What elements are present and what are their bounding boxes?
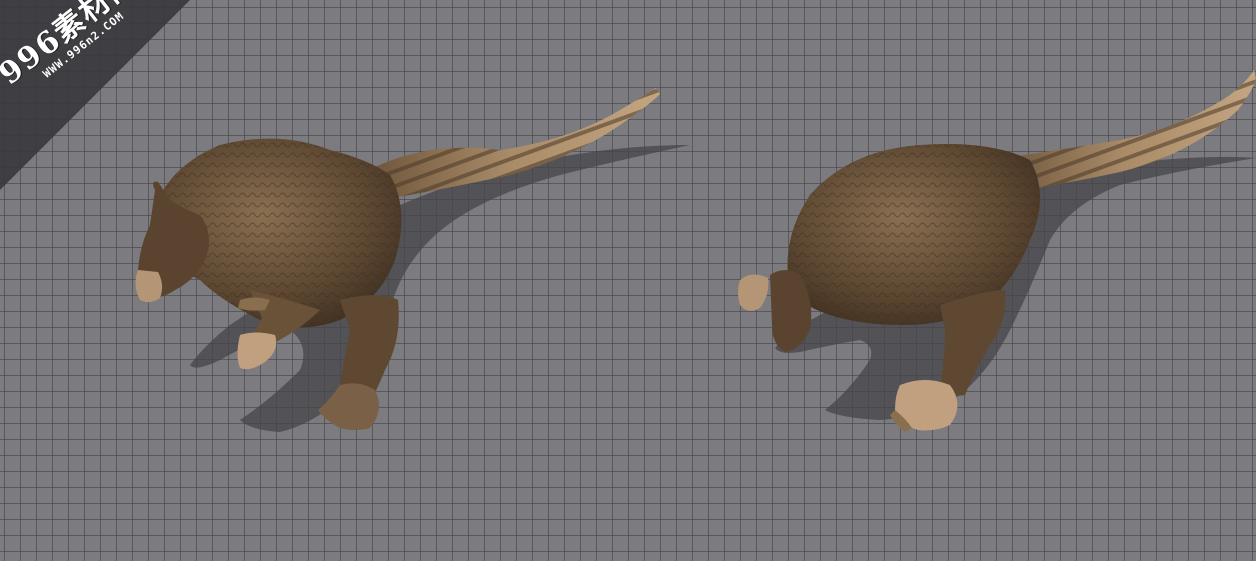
creature-side-view bbox=[738, 70, 1256, 432]
watermark-corner: 996素材网 WWW.996n2.COM bbox=[0, 0, 200, 200]
